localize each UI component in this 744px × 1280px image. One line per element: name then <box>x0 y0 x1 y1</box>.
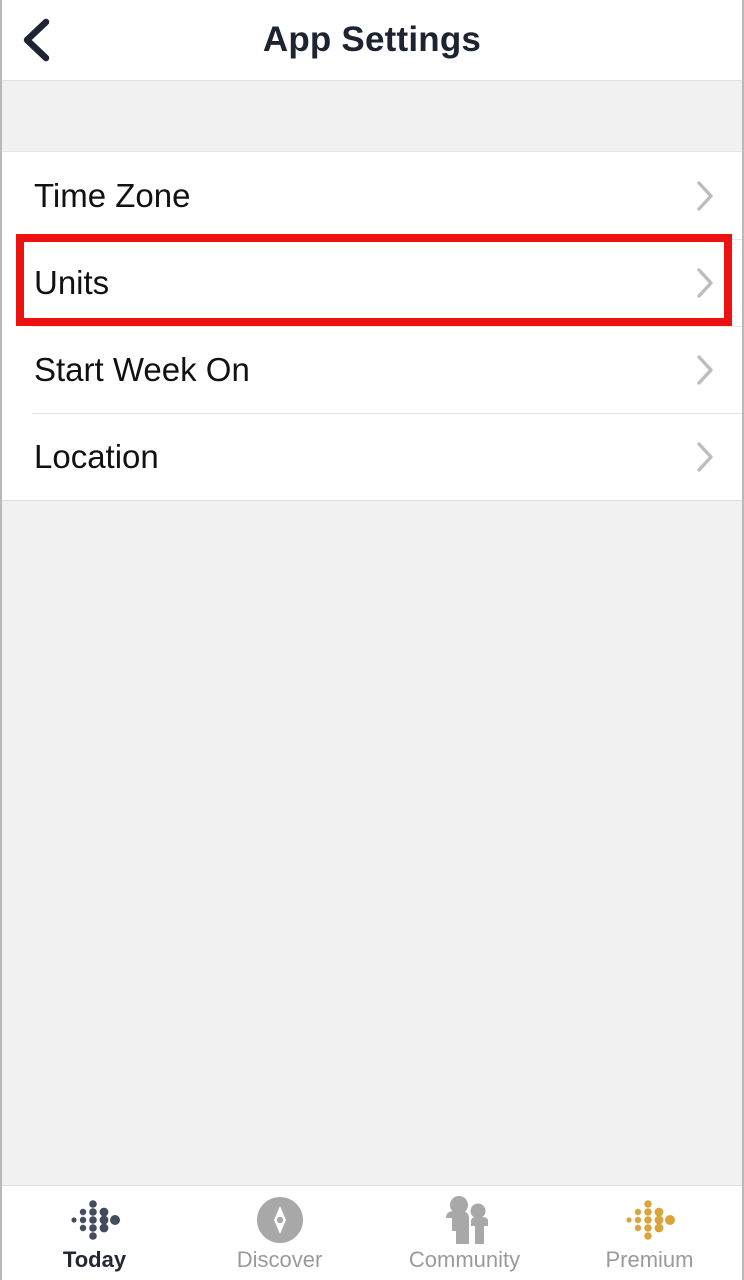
settings-row-label: Units <box>34 264 110 301</box>
tab-community[interactable]: Community <box>372 1186 557 1280</box>
settings-row-location[interactable]: Location <box>2 413 742 500</box>
tab-today[interactable]: Today <box>2 1186 187 1280</box>
tab-label: Community <box>408 1247 521 1272</box>
empty-area <box>2 501 742 1185</box>
chevron-left-icon <box>20 17 54 63</box>
chevron-right-icon <box>686 180 716 211</box>
settings-row-label: Location <box>34 438 159 475</box>
chevron-right-icon <box>686 267 716 298</box>
tab-label: Premium <box>605 1247 694 1272</box>
back-button[interactable] <box>12 15 62 65</box>
settings-row-units[interactable]: Units <box>2 239 742 326</box>
settings-row-time-zone[interactable]: Time Zone <box>2 152 742 239</box>
settings-row-label: Start Week On <box>34 351 250 388</box>
chevron-right-icon <box>686 354 716 385</box>
bottom-tab-bar: Today Discover Community Premium <box>2 1185 742 1280</box>
tab-discover[interactable]: Discover <box>187 1186 372 1280</box>
tab-label: Today <box>62 1247 127 1272</box>
settings-content: Time Zone Units Start Week On Location <box>2 81 742 1185</box>
page-title: App Settings <box>262 20 482 59</box>
app-screen: App Settings Time Zone Units Start Week … <box>0 0 744 1280</box>
settings-row-label: Time Zone <box>34 177 191 214</box>
fitbit-dots-gold-icon <box>620 1195 680 1245</box>
tab-premium[interactable]: Premium <box>557 1186 742 1280</box>
settings-list: Time Zone Units Start Week On Location <box>2 151 742 501</box>
tab-label: Discover <box>236 1247 323 1272</box>
settings-row-start-week-on[interactable]: Start Week On <box>2 326 742 413</box>
compass-icon <box>253 1195 307 1245</box>
chevron-right-icon <box>686 441 716 472</box>
fitbit-dots-icon <box>65 1195 125 1245</box>
navigation-bar: App Settings <box>2 0 742 81</box>
people-icon <box>436 1195 494 1245</box>
top-spacer <box>2 81 742 151</box>
